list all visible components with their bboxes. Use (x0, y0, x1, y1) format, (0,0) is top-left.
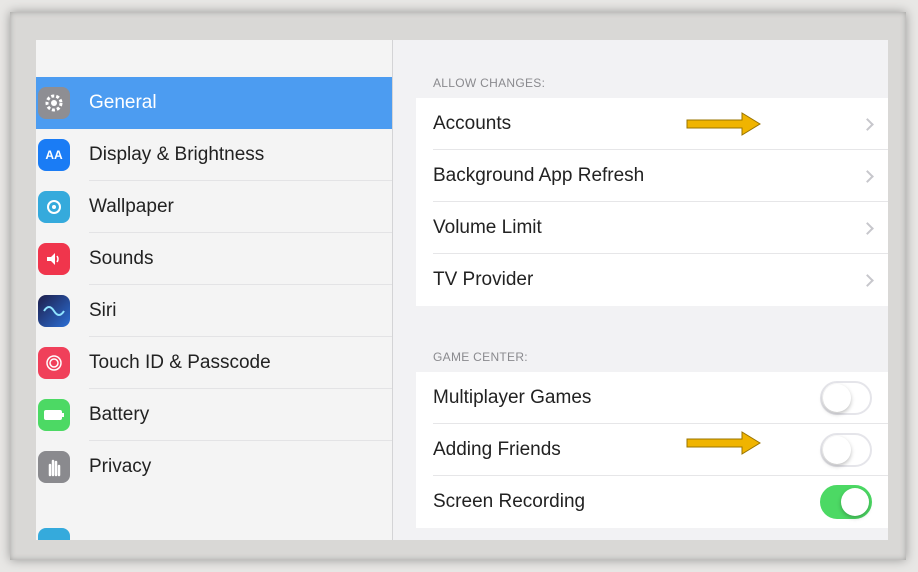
toggle-knob (823, 384, 851, 412)
annotation-arrow-accounts (686, 112, 761, 136)
row-adding-friends: Adding Friends (416, 424, 888, 476)
row-label: TV Provider (433, 269, 534, 290)
screen-recording-toggle[interactable] (820, 485, 872, 519)
chevron-right-icon (861, 169, 874, 183)
sidebar-item-touch-id[interactable]: Touch ID & Passcode (36, 337, 392, 389)
multiplayer-games-toggle[interactable] (820, 381, 872, 415)
row-tv-provider[interactable]: TV Provider (416, 254, 888, 306)
sidebar-item-label: Privacy (89, 456, 152, 477)
sidebar-item-label: Wallpaper (89, 196, 174, 217)
toggle-knob (841, 488, 869, 516)
row-accounts[interactable]: Accounts (416, 98, 888, 150)
sidebar-item-display-brightness[interactable]: AA Display & Brightness (36, 129, 392, 181)
sidebar-item-label: Touch ID & Passcode (89, 352, 271, 373)
hand-icon (38, 451, 70, 483)
chevron-right-icon (861, 273, 874, 287)
row-label: Volume Limit (433, 217, 542, 238)
row-volume-limit[interactable]: Volume Limit (416, 202, 888, 254)
sidebar-item-label: Sounds (89, 248, 154, 269)
siri-icon (38, 295, 70, 327)
sidebar-item-privacy[interactable]: Privacy (36, 441, 392, 493)
sidebar-item-label: General (89, 92, 157, 113)
sidebar-item-label: Display & Brightness (89, 144, 265, 165)
row-screen-recording: Screen Recording (416, 476, 888, 528)
section-header-game-center: GAME CENTER: (433, 350, 528, 364)
settings-content: ALLOW CHANGES: Accounts Background App R… (393, 40, 888, 540)
display-brightness-icon: AA (38, 139, 70, 171)
sidebar-item-siri[interactable]: Siri (36, 285, 392, 337)
gear-icon (38, 87, 70, 119)
partial-app-icon (38, 528, 70, 540)
adding-friends-toggle[interactable] (820, 433, 872, 467)
game-center-group: Multiplayer Games Adding Friends Screen … (416, 372, 888, 528)
sidebar-item-sounds[interactable]: Sounds (36, 233, 392, 285)
row-multiplayer-games: Multiplayer Games (416, 372, 888, 424)
row-label: Multiplayer Games (433, 387, 592, 408)
row-label: Adding Friends (433, 439, 561, 460)
annotation-arrow-adding-friends (686, 431, 761, 455)
sidebar-item-general[interactable]: General (36, 77, 392, 129)
sidebar-item-battery[interactable]: Battery (36, 389, 392, 441)
battery-icon (38, 399, 70, 431)
row-label: Background App Refresh (433, 165, 645, 186)
sidebar: General AA Display & Brightness Wallpape… (36, 40, 393, 540)
toggle-knob (823, 436, 851, 464)
fingerprint-icon (38, 347, 70, 379)
sidebar-item-label: Battery (89, 404, 150, 425)
speaker-icon (38, 243, 70, 275)
allow-changes-group: Accounts Background App Refresh Volume L… (416, 98, 888, 306)
row-background-app-refresh[interactable]: Background App Refresh (416, 150, 888, 202)
section-header-allow-changes: ALLOW CHANGES: (433, 76, 546, 90)
chevron-right-icon (861, 117, 874, 131)
sidebar-item-label: Siri (89, 300, 117, 321)
row-label: Accounts (433, 113, 512, 134)
row-label: Screen Recording (433, 491, 586, 512)
wallpaper-icon (38, 191, 70, 223)
sidebar-item-wallpaper[interactable]: Wallpaper (36, 181, 392, 233)
chevron-right-icon (861, 221, 874, 235)
